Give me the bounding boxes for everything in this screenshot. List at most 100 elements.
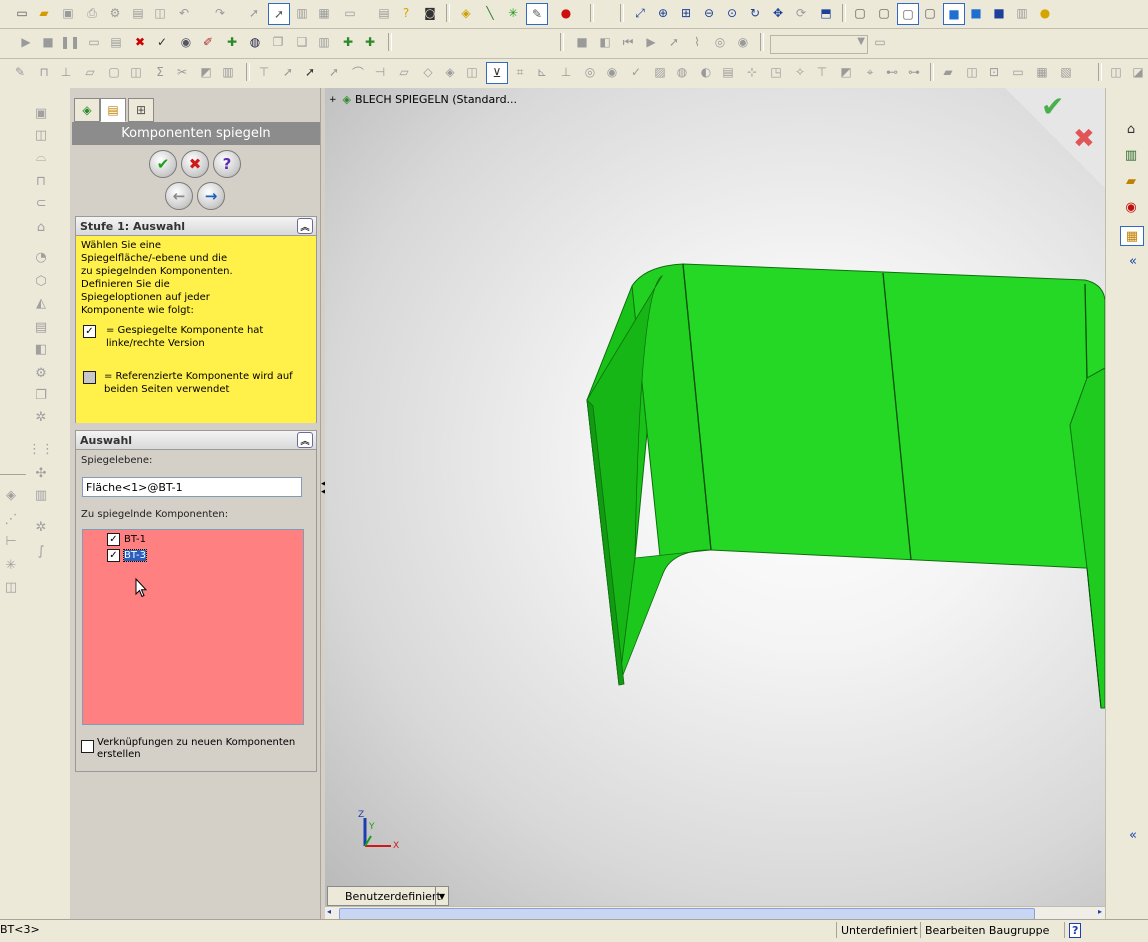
grid-icon[interactable]: ▥ (292, 3, 312, 23)
coordinate-system-icon[interactable]: ⊢ (0, 532, 22, 550)
scroll-right-icon[interactable]: ▸ (1098, 907, 1102, 916)
link-option-checkbox[interactable] (81, 740, 94, 753)
graphics-viewport[interactable]: + ◈ BLECH SPIEGELN (Standard... ✔ ✖ Z Y … (325, 88, 1105, 906)
sheetmetal-5-icon[interactable]: ▦ (1032, 62, 1052, 82)
trim-icon[interactable]: ✂ (172, 62, 192, 82)
zoom-out-icon[interactable]: ⊖ (699, 3, 719, 23)
roll-icon[interactable]: ⟳ (791, 3, 811, 23)
filter-points-icon[interactable]: ◈ (440, 62, 460, 82)
fillet-icon[interactable]: ◫ (126, 62, 146, 82)
selection-header[interactable]: Auswahl ︽ (76, 431, 316, 450)
macro-new-icon[interactable]: ▭ (84, 32, 104, 52)
filter-surfaces-icon[interactable]: ⌒ (348, 62, 368, 82)
search-icon[interactable]: ◉ (1120, 198, 1142, 216)
sheet-metal-part[interactable] (325, 88, 1105, 906)
macro-edit-icon[interactable]: ▤ (106, 32, 126, 52)
options-icon[interactable]: ▤ (128, 3, 148, 23)
jog-icon[interactable]: ⌂ (30, 218, 52, 236)
home-icon[interactable]: ⌂ (1120, 120, 1142, 138)
filter-routing-icon[interactable]: ⊷ (882, 62, 902, 82)
sketched-bend-icon[interactable]: ⊂ (30, 194, 52, 212)
zoom-selection-icon[interactable]: ⊙ (722, 3, 742, 23)
reference-axis-icon[interactable]: ⋰ (0, 510, 22, 528)
unfold-icon[interactable]: ◧ (30, 340, 52, 358)
sheetmetal-4-icon[interactable]: ▭ (1008, 62, 1028, 82)
sheetmetal-1-icon[interactable]: ▰ (938, 62, 958, 82)
step1-header[interactable]: Stufe 1: Auswahl ︽ (76, 217, 316, 236)
collapse-icon[interactable]: ︽ (297, 218, 313, 234)
record-icon[interactable]: ● (556, 3, 576, 23)
undo-icon[interactable]: ↶ (174, 3, 194, 23)
rotate-icon[interactable]: ↻ (745, 3, 765, 23)
no-bends-icon[interactable]: ✲ (30, 408, 52, 426)
redo-icon[interactable]: ↷ (210, 3, 230, 23)
filter-edges-icon[interactable]: ➚ (300, 62, 320, 82)
filter-weld-icon[interactable]: ⊾ (532, 62, 552, 82)
filter-views-icon[interactable]: ◩ (836, 62, 856, 82)
assembly-2-icon[interactable]: ◪ (1128, 62, 1148, 82)
next-button[interactable]: → (197, 182, 225, 210)
wireframe-icon[interactable]: ▢ (850, 3, 870, 23)
mate-reference-icon[interactable]: ◫ (0, 578, 22, 596)
vent-icon[interactable]: ▤ (30, 318, 52, 336)
filter-sketch-icon[interactable]: ◇ (418, 62, 438, 82)
zoom-fit-icon[interactable]: ⤢ (630, 3, 650, 23)
new-document-icon[interactable]: ▭ (12, 3, 32, 23)
sim-rewind-icon[interactable]: ⏮ (618, 32, 638, 52)
sketch-frame-icon[interactable]: ▦ (314, 3, 334, 23)
add-in-icon[interactable]: ✚ (222, 32, 242, 52)
zoom-in-icon[interactable]: ⊞ (676, 3, 696, 23)
ok-button[interactable]: ✔ (149, 150, 177, 178)
filter-midpoints-icon[interactable]: ▤ (718, 62, 738, 82)
shaded-icon[interactable]: ■ (943, 3, 965, 25)
filter-annotations-icon[interactable]: ✧ (790, 62, 810, 82)
filter-surface-finish-icon[interactable]: ✓ (626, 62, 646, 82)
select-arrow-icon[interactable]: ➚ (244, 3, 264, 23)
component-checkbox[interactable]: ✓ (107, 532, 120, 546)
filter-notes-icon[interactable]: ⌗ (510, 62, 530, 82)
flatten-icon[interactable]: ❐ (30, 386, 52, 404)
sim-stop-icon[interactable]: ■ (572, 32, 592, 52)
hidden-lines-removed-icon[interactable]: ▢ (897, 3, 919, 25)
save-icon[interactable]: ▣ (58, 3, 78, 23)
sheetmetal-2-icon[interactable]: ◫ (962, 62, 982, 82)
cancel-button[interactable]: ✖ (181, 150, 209, 178)
library-icon[interactable]: ▥ (314, 32, 334, 52)
filter-cosmetic-icon[interactable]: ◉ (602, 62, 622, 82)
tab-feature-tree[interactable]: ◈ (74, 98, 100, 122)
paste-icon[interactable]: ❑ (292, 32, 312, 52)
preview-icon[interactable]: ◫ (150, 3, 170, 23)
status-help[interactable]: ? (1064, 922, 1084, 938)
closed-corner-icon[interactable]: ⬡ (30, 272, 52, 290)
rebuild-icon[interactable]: ⚙ (105, 3, 125, 23)
configuration-dropdown[interactable]: ▼ (770, 35, 868, 54)
sum-icon[interactable]: Σ (150, 62, 170, 82)
sheetmetal-6-icon[interactable]: ▧ (1056, 62, 1076, 82)
filter-icon[interactable]: ⊤ (254, 62, 274, 82)
list-item[interactable]: ✓ BT-3 (107, 548, 148, 562)
curve-icon[interactable]: ✲ (30, 518, 52, 536)
edge-flange-icon[interactable]: ◫ (30, 126, 52, 144)
hem-icon[interactable]: ⊓ (30, 172, 52, 190)
file-explorer-icon[interactable]: ▰ (1120, 172, 1142, 190)
filter-planes-icon[interactable]: ▱ (394, 62, 414, 82)
play-icon[interactable]: ▶ (16, 32, 36, 52)
appearance-ball-icon[interactable]: ● (1035, 3, 1055, 23)
filter-tables-icon[interactable]: ⊤ (812, 62, 832, 82)
point-icon[interactable]: ✳ (503, 3, 523, 23)
check-icon[interactable]: ✓ (152, 32, 172, 52)
reference-plane-icon[interactable]: ◈ (0, 486, 22, 504)
sim-spring-icon[interactable]: ⌇ (687, 32, 707, 52)
loft-icon[interactable]: ▢ (104, 62, 124, 82)
shaded-edges-icon[interactable]: ▢ (920, 3, 940, 23)
filter-blocks-icon[interactable]: ▨ (650, 62, 670, 82)
mirror-plane-field[interactable]: Fläche<1>@BT-1 (82, 477, 302, 497)
zoom-area-icon[interactable]: ⊕ (653, 3, 673, 23)
insert-bends-icon[interactable]: ✣ (30, 464, 52, 482)
filter-clear-icon[interactable]: ⊶ (904, 62, 924, 82)
filter-pattern-icon[interactable]: ⌖ (860, 62, 880, 82)
filter-cutlist-icon[interactable]: ◳ (766, 62, 786, 82)
horizontal-scrollbar[interactable]: ◂ ▸ (325, 906, 1105, 920)
filter-dowel-icon[interactable]: ⊥ (556, 62, 576, 82)
list-item[interactable]: ✓ BT-1 (107, 532, 146, 546)
